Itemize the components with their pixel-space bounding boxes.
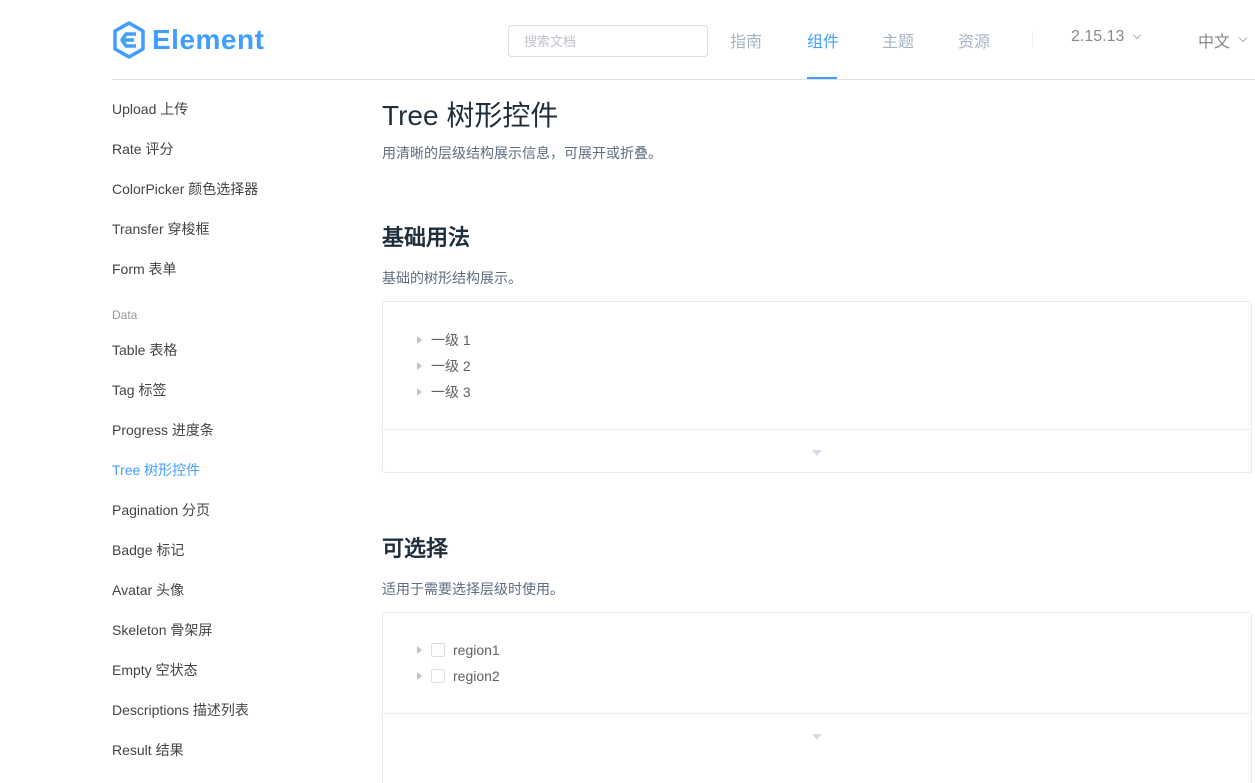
section-title-basic: 基础用法 — [382, 225, 471, 250]
tree-node-label: region1 — [453, 642, 500, 658]
nav-guide[interactable]: 指南 — [730, 28, 762, 52]
chevron-down-icon — [1238, 33, 1248, 42]
chevron-down-icon — [1133, 30, 1142, 39]
sidebar-item-progress[interactable]: Progress 进度条 — [112, 420, 214, 440]
tree-node[interactable]: 一级 3 — [417, 379, 471, 405]
caret-right-icon[interactable] — [417, 336, 422, 344]
section-description-basic: 基础的树形结构展示。 — [382, 270, 522, 286]
tree-node-label: 一级 1 — [431, 332, 471, 348]
version-label: 2.15.13 — [1071, 28, 1125, 45]
sidebar-item-colorpicker[interactable]: ColorPicker 颜色选择器 — [112, 179, 258, 199]
section-title-selectable: 可选择 — [382, 536, 449, 561]
demo-block-selectable: region1 region2 — [382, 612, 1252, 783]
section-description-selectable: 适用于需要选择层级时使用。 — [382, 581, 564, 597]
sidebar-group-data: Data — [112, 308, 138, 322]
sidebar-item-descriptions[interactable]: Descriptions 描述列表 — [112, 700, 249, 720]
sidebar-item-result[interactable]: Result 结果 — [112, 740, 184, 760]
sidebar-item-form[interactable]: Form 表单 — [112, 259, 177, 279]
sidebar-item-upload[interactable]: Upload 上传 — [112, 99, 188, 119]
search-input[interactable] — [508, 25, 708, 57]
sidebar-item-table[interactable]: Table 表格 — [112, 340, 177, 360]
demo-expand-control[interactable] — [383, 713, 1251, 783]
caret-right-icon[interactable] — [417, 672, 422, 680]
caret-right-icon[interactable] — [417, 646, 422, 654]
top-header: Element 指南 组件 主题 资源 2.15.13 中文 — [0, 0, 1255, 80]
sidebar-item-transfer[interactable]: Transfer 穿梭框 — [112, 219, 210, 239]
demo-expand-control[interactable] — [383, 429, 1251, 472]
language-dropdown[interactable]: 中文 — [1198, 28, 1248, 52]
nav-divider — [1032, 31, 1033, 47]
nav-theme[interactable]: 主题 — [882, 28, 914, 52]
tree-node[interactable]: region2 — [417, 663, 500, 689]
version-dropdown[interactable]: 2.15.13 — [1071, 28, 1142, 46]
tree-node-label: 一级 2 — [431, 358, 471, 374]
page-title: Tree 树形控件 — [382, 100, 559, 131]
header-divider — [112, 79, 1255, 80]
tree-node-label: 一级 3 — [431, 384, 471, 400]
caret-right-icon[interactable] — [417, 388, 422, 396]
sidebar-item-skeleton[interactable]: Skeleton 骨架屏 — [112, 620, 212, 640]
language-label: 中文 — [1198, 34, 1231, 51]
sidebar-item-avatar[interactable]: Avatar 头像 — [112, 580, 184, 600]
tree-node[interactable]: 一级 2 — [417, 353, 471, 379]
tree-node[interactable]: region1 — [417, 637, 500, 663]
sidebar-item-tree[interactable]: Tree 树形控件 — [112, 460, 200, 480]
logo-text: Element — [152, 24, 265, 55]
sidebar-item-pagination[interactable]: Pagination 分页 — [112, 500, 210, 520]
element-logo[interactable]: Element — [112, 20, 264, 60]
sidebar-item-empty[interactable]: Empty 空状态 — [112, 660, 198, 680]
sidebar-item-badge[interactable]: Badge 标记 — [112, 540, 184, 560]
sidebar-item-rate[interactable]: Rate 评分 — [112, 139, 173, 159]
sidebar-item-tag[interactable]: Tag 标签 — [112, 380, 166, 400]
nav-component[interactable]: 组件 — [807, 28, 839, 52]
caret-down-icon — [812, 734, 822, 740]
tree-node-label: region2 — [453, 668, 500, 684]
hexagon-logo-icon — [113, 21, 145, 59]
tree-checkbox[interactable] — [431, 643, 445, 657]
demo-block-basic: 一级 1 一级 2 一级 3 — [382, 301, 1252, 473]
nav-resource[interactable]: 资源 — [958, 28, 990, 52]
caret-right-icon[interactable] — [417, 362, 422, 370]
page-description: 用清晰的层级结构展示信息，可展开或折叠。 — [382, 145, 662, 161]
caret-down-icon — [812, 450, 822, 456]
tree-node[interactable]: 一级 1 — [417, 327, 471, 353]
tree-checkbox[interactable] — [431, 669, 445, 683]
